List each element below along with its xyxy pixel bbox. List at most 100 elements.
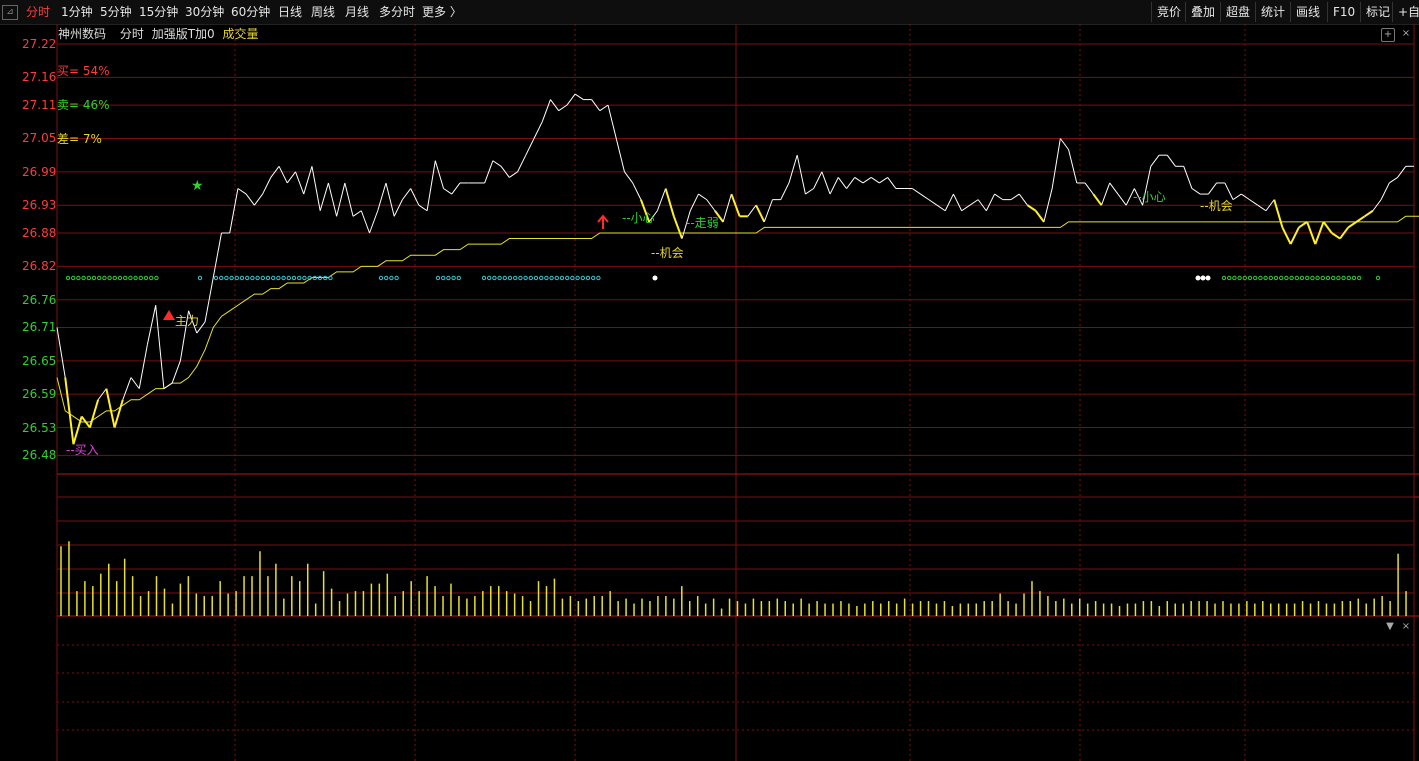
signal-dot	[1289, 275, 1294, 281]
signal-dot	[71, 275, 76, 281]
price-line-segment	[1117, 193, 1127, 206]
price-line-segment	[985, 193, 996, 211]
dropdown-icon[interactable]: ▼	[1384, 621, 1396, 633]
signal-dot	[1351, 275, 1357, 281]
signal-dot	[487, 275, 492, 281]
signal-dot	[281, 275, 286, 281]
signal-dot	[128, 275, 133, 281]
price-line-segment	[994, 193, 1004, 201]
signal-dot	[435, 275, 441, 281]
price-line-segment	[327, 182, 338, 217]
tab-30min[interactable]: 30分钟	[185, 0, 224, 24]
signal-dot	[446, 275, 451, 281]
price-line-segment	[155, 305, 165, 389]
price-line-segment	[541, 99, 551, 122]
signal-dot	[65, 275, 71, 281]
auction-button[interactable]: 竞价	[1151, 2, 1186, 22]
price-line-segment	[599, 104, 609, 112]
price-line-segment	[632, 182, 642, 200]
indicator-name[interactable]: 加强版T加0	[152, 27, 215, 41]
price-line-segment	[1034, 210, 1045, 223]
chart-mode-label: 分时	[119, 27, 144, 41]
price-line-segment	[1364, 209, 1374, 218]
tab-1min[interactable]: 1分钟	[61, 0, 93, 24]
add-custom-button[interactable]: +自	[1392, 2, 1419, 22]
tab-multi-intraday[interactable]: 多分时	[379, 0, 415, 24]
price-line-segment	[574, 93, 584, 100]
signal-dot	[1253, 275, 1258, 281]
signal-buy-in: --买入	[66, 443, 99, 457]
main-force-marker	[163, 310, 175, 320]
draw-line-button[interactable]: 画线	[1290, 2, 1325, 22]
tab-15min[interactable]: 15分钟	[139, 0, 178, 24]
signal-dot	[497, 275, 502, 281]
price-line-segment	[278, 166, 288, 184]
price-line-segment	[385, 182, 395, 217]
tab-more[interactable]: 更多 〉	[422, 0, 462, 24]
signal-dot	[523, 275, 528, 281]
price-line-segment	[1281, 226, 1292, 245]
intraday-chart[interactable]: ★	[0, 24, 1419, 761]
signal-dot	[260, 275, 265, 281]
price-line-segment	[377, 182, 387, 211]
tab-60min[interactable]: 60分钟	[231, 0, 270, 24]
price-tick-label: 26.76	[22, 292, 57, 307]
price-line-segment	[451, 182, 461, 195]
price-line-segment	[163, 382, 173, 390]
close-panel-icon[interactable]: ×	[1400, 621, 1412, 633]
signal-dot	[312, 275, 317, 281]
signal-careful-1: --小心	[622, 211, 655, 225]
price-line-segment	[607, 105, 617, 139]
price-line-segment	[253, 193, 264, 206]
price-line-segment	[747, 204, 757, 217]
signal-dot	[112, 275, 118, 281]
signal-dot	[1331, 275, 1336, 281]
price-line-segment	[1010, 193, 1020, 201]
tab-monthly[interactable]: 月线	[345, 0, 369, 24]
signal-dot	[456, 275, 461, 281]
tab-daily[interactable]: 日线	[278, 0, 302, 24]
signal-careful-2: --小心	[1133, 190, 1166, 204]
signal-dot-strong	[1195, 275, 1201, 281]
price-line-segment	[229, 188, 239, 234]
overlay-button[interactable]: 叠加	[1185, 2, 1220, 22]
price-tick-label: 26.82	[22, 259, 57, 274]
expand-icon[interactable]: +	[1381, 28, 1395, 42]
price-line-segment	[1092, 193, 1103, 206]
signal-dot	[1247, 275, 1253, 281]
window-menu-icon[interactable]: ⊿	[2, 5, 18, 20]
tab-intraday[interactable]: 分时	[26, 0, 50, 24]
buy-ratio: 买= 54%	[57, 64, 110, 78]
star-marker: ★	[191, 178, 204, 194]
price-line-segment	[952, 193, 963, 211]
signal-dot	[481, 275, 487, 281]
super-button[interactable]: 超盘	[1220, 2, 1255, 22]
signal-dot	[1263, 275, 1268, 281]
volume-label: 成交量	[222, 27, 259, 41]
signal-main-force: 主力	[175, 314, 200, 328]
signal-dot	[559, 275, 565, 281]
price-line-segment	[88, 399, 100, 428]
signal-dot	[565, 275, 570, 281]
price-line-segment	[1347, 221, 1357, 229]
signal-dot	[378, 275, 384, 281]
price-line-segment	[56, 327, 66, 378]
f10-button[interactable]: F10	[1327, 2, 1360, 22]
statistics-button[interactable]: 统计	[1255, 2, 1290, 22]
signal-dot	[384, 275, 389, 281]
mark-button[interactable]: 标记	[1360, 2, 1395, 22]
price-line-segment	[862, 176, 872, 184]
signal-dot	[234, 275, 240, 281]
diff-ratio: 差= 7%	[57, 132, 102, 146]
price-line-segment	[566, 93, 576, 106]
signal-dot	[502, 275, 507, 281]
signal-dot	[518, 275, 523, 281]
price-line-segment	[122, 377, 132, 400]
price-line-segment	[1389, 176, 1398, 184]
close-icon[interactable]: ×	[1400, 28, 1412, 40]
tab-weekly[interactable]: 周线	[311, 0, 335, 24]
price-line-segment	[1018, 193, 1028, 206]
tab-5min[interactable]: 5分钟	[100, 0, 132, 24]
signal-dot	[451, 275, 456, 281]
signal-dot	[554, 275, 559, 281]
